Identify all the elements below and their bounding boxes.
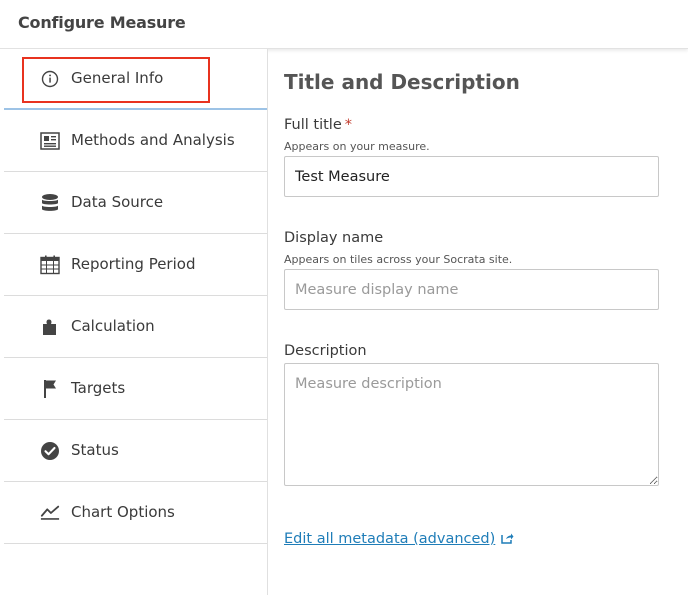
- line-chart-icon: [40, 503, 60, 523]
- full-title-help: Appears on your measure.: [284, 140, 430, 153]
- sidebar: General Info Methods and Analysis Data S…: [0, 49, 268, 595]
- info-circle-icon: [40, 69, 60, 89]
- description-textarea[interactable]: [284, 363, 659, 486]
- sidebar-item-label: Data Source: [71, 193, 164, 211]
- sidebar-item-targets[interactable]: Targets: [4, 359, 267, 420]
- sidebar-item-general-info[interactable]: General Info: [4, 49, 267, 110]
- sidebar-item-chart-options[interactable]: Chart Options: [4, 483, 267, 544]
- sidebar-item-label: Status: [71, 441, 119, 459]
- edit-metadata-link[interactable]: Edit all metadata (advanced): [284, 531, 514, 548]
- document-icon: [40, 131, 60, 151]
- display-name-label: Display name: [284, 230, 384, 246]
- modal-title: Configure Measure: [18, 13, 186, 32]
- display-name-input[interactable]: [284, 269, 659, 310]
- edit-metadata-link-text: Edit all metadata (advanced): [284, 531, 496, 547]
- sidebar-item-label: Chart Options: [71, 503, 175, 521]
- sidebar-item-methods-and-analysis[interactable]: Methods and Analysis: [4, 111, 267, 172]
- flag-icon: [40, 379, 60, 399]
- main-panel: Title and Description Full title * Appear…: [268, 49, 688, 595]
- required-marker: *: [344, 117, 353, 133]
- sidebar-item-label: Calculation: [71, 317, 155, 335]
- database-icon: [40, 193, 60, 213]
- sidebar-item-label: Reporting Period: [71, 255, 196, 273]
- puzzle-icon: [40, 317, 60, 337]
- sidebar-item-reporting-period[interactable]: Reporting Period: [4, 235, 267, 296]
- display-name-help: Appears on tiles across your Socrata sit…: [284, 253, 513, 266]
- modal-header: Configure Measure: [0, 0, 688, 49]
- sidebar-item-data-source[interactable]: Data Source: [4, 173, 267, 234]
- sidebar-item-label: General Info: [71, 69, 164, 87]
- sidebar-item-label: Targets: [71, 379, 126, 397]
- full-title-label: Full title *: [284, 117, 352, 133]
- section-title: Title and Description: [284, 70, 520, 94]
- full-title-label-text: Full title: [284, 117, 342, 133]
- sidebar-item-label: Methods and Analysis: [71, 131, 235, 149]
- sidebar-item-status[interactable]: Status: [4, 421, 267, 482]
- external-link-icon: [501, 532, 514, 548]
- description-label: Description: [284, 343, 367, 359]
- check-circle-icon: [40, 441, 60, 461]
- full-title-input[interactable]: [284, 156, 659, 197]
- sidebar-item-calculation[interactable]: Calculation: [4, 297, 267, 358]
- calendar-icon: [40, 255, 60, 275]
